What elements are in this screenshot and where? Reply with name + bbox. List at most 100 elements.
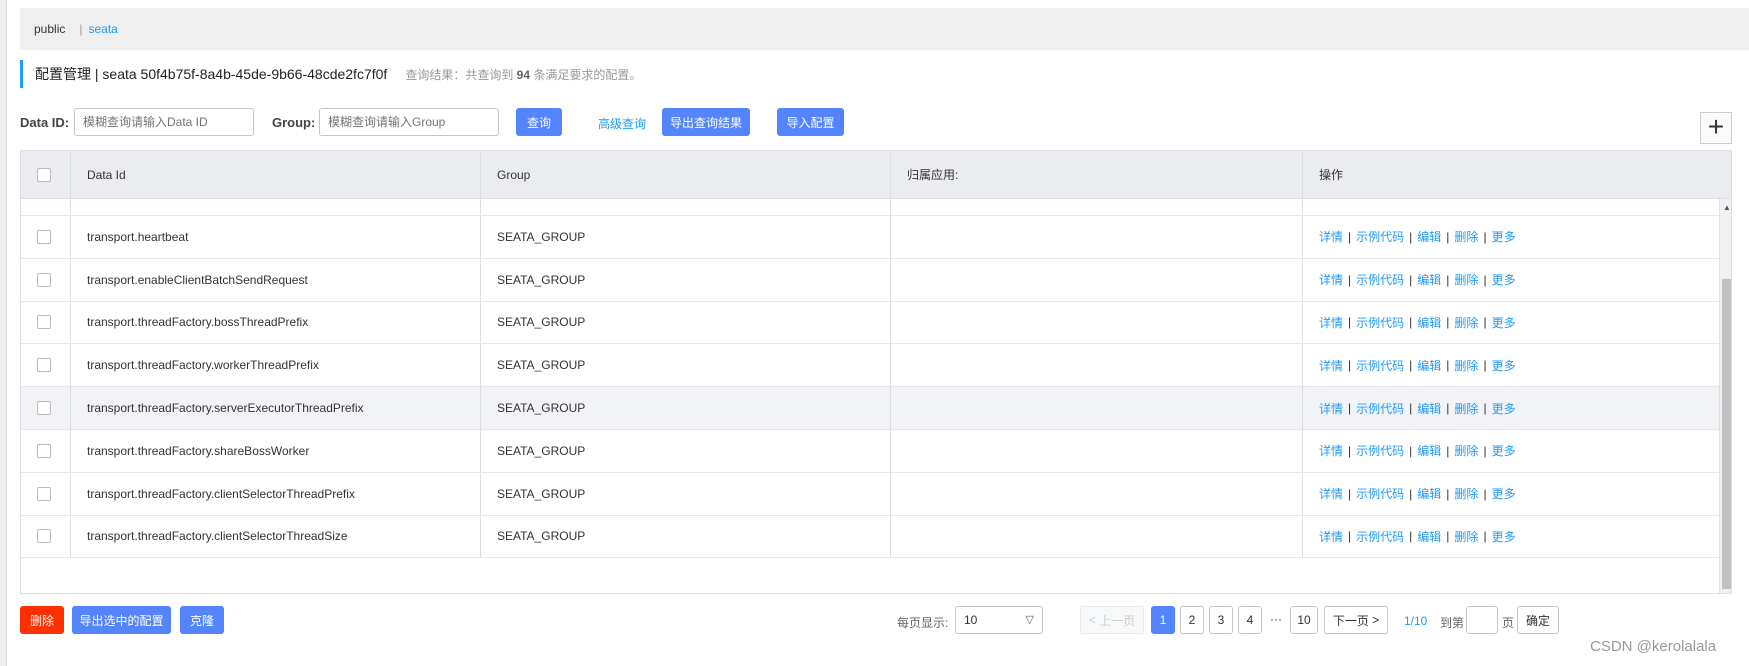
scroll-thumb[interactable] <box>1722 279 1731 589</box>
delete-link[interactable]: 删除 <box>1454 271 1478 288</box>
table-row[interactable]: transport.threadFactory.clientSelectorTh… <box>21 472 1719 516</box>
row-data-id: transport.threadFactory.shareBossWorker <box>71 430 481 472</box>
edit-link[interactable]: 编辑 <box>1417 228 1441 245</box>
edit-link[interactable]: 编辑 <box>1417 314 1441 331</box>
row-checkbox[interactable] <box>37 315 51 330</box>
page-size-select[interactable]: 10 ▽ <box>955 606 1043 634</box>
table-scrollbar[interactable]: ▲ <box>1719 199 1731 593</box>
edit-link[interactable]: 编辑 <box>1417 528 1441 545</box>
edit-link[interactable]: 编辑 <box>1417 271 1441 288</box>
sample-code-link[interactable]: 示例代码 <box>1356 528 1404 545</box>
detail-link[interactable]: 详情 <box>1319 442 1343 459</box>
row-checkbox[interactable] <box>37 486 51 501</box>
delete-link[interactable]: 删除 <box>1454 228 1478 245</box>
sample-code-link[interactable]: 示例代码 <box>1356 271 1404 288</box>
edit-link[interactable]: 编辑 <box>1417 485 1441 502</box>
page-button-1[interactable]: 1 <box>1151 606 1175 634</box>
detail-link[interactable]: 详情 <box>1319 271 1343 288</box>
goto-page-input[interactable] <box>1466 606 1498 634</box>
row-checkbox-cell <box>21 472 71 515</box>
group-input[interactable] <box>319 108 499 136</box>
edit-link[interactable]: 编辑 <box>1417 442 1441 459</box>
export-query-button[interactable]: 导出查询结果 <box>662 108 750 136</box>
export-selected-button[interactable]: 导出选中的配置 <box>72 606 171 634</box>
add-config-button[interactable]: + <box>1700 112 1732 144</box>
more-link[interactable]: 更多 <box>1492 528 1516 545</box>
page-button-4[interactable]: 4 <box>1238 606 1262 634</box>
more-link[interactable]: 更多 <box>1492 485 1516 502</box>
scroll-up-icon[interactable]: ▲ <box>1723 203 1731 212</box>
delete-link[interactable]: 删除 <box>1454 400 1478 417</box>
edit-link[interactable]: 编辑 <box>1417 400 1441 417</box>
prev-page-button[interactable]: < 上一页 <box>1080 606 1144 634</box>
edit-link[interactable]: 编辑 <box>1417 357 1441 374</box>
row-app <box>891 301 1303 344</box>
hint-prefix: 查询结果：共查询到 <box>405 67 514 82</box>
delete-link[interactable]: 删除 <box>1454 442 1478 459</box>
namespace-seata[interactable]: seata <box>88 22 117 36</box>
partial-cell <box>891 199 1303 215</box>
more-link[interactable]: 更多 <box>1492 442 1516 459</box>
table-row[interactable]: transport.threadFactory.clientSelectorTh… <box>21 515 1719 559</box>
action-separator: | <box>1348 358 1352 373</box>
row-checkbox[interactable] <box>37 272 51 287</box>
action-separator: | <box>1446 486 1450 501</box>
action-separator: | <box>1348 401 1352 416</box>
row-data-id: transport.threadFactory.bossThreadPrefix <box>71 301 481 344</box>
action-separator: | <box>1446 315 1450 330</box>
detail-link[interactable]: 详情 <box>1319 357 1343 374</box>
row-app <box>891 216 1303 258</box>
delete-link[interactable]: 删除 <box>1454 485 1478 502</box>
query-button[interactable]: 查询 <box>516 108 562 136</box>
sample-code-link[interactable]: 示例代码 <box>1356 400 1404 417</box>
action-separator: | <box>1483 315 1487 330</box>
row-app <box>891 387 1303 429</box>
page-button-3[interactable]: 3 <box>1209 606 1233 634</box>
page-button-10[interactable]: 10 <box>1290 606 1318 634</box>
sample-code-link[interactable]: 示例代码 <box>1356 228 1404 245</box>
sample-code-link[interactable]: 示例代码 <box>1356 357 1404 374</box>
table-row[interactable]: transport.threadFactory.bossThreadPrefix… <box>21 301 1719 345</box>
delete-link[interactable]: 删除 <box>1454 357 1478 374</box>
detail-link[interactable]: 详情 <box>1319 485 1343 502</box>
goto-confirm-button[interactable]: 确定 <box>1517 606 1559 634</box>
more-link[interactable]: 更多 <box>1492 357 1516 374</box>
more-link[interactable]: 更多 <box>1492 400 1516 417</box>
row-checkbox[interactable] <box>37 358 51 373</box>
row-checkbox[interactable] <box>37 443 51 458</box>
table-row[interactable]: transport.threadFactory.workerThreadPref… <box>21 344 1719 388</box>
page-button-2[interactable]: 2 <box>1180 606 1204 634</box>
detail-link[interactable]: 详情 <box>1319 528 1343 545</box>
more-link[interactable]: 更多 <box>1492 228 1516 245</box>
table-row[interactable]: transport.heartbeat SEATA_GROUP 详情 | 示例代码 | 编辑… <box>21 216 1719 259</box>
namespace-public[interactable]: public <box>34 22 65 36</box>
action-separator: | <box>1348 443 1352 458</box>
action-separator: | <box>1446 401 1450 416</box>
select-all-checkbox[interactable] <box>37 167 51 182</box>
next-page-button[interactable]: 下一页 > <box>1324 606 1388 634</box>
more-link[interactable]: 更多 <box>1492 314 1516 331</box>
sample-code-link[interactable]: 示例代码 <box>1356 485 1404 502</box>
detail-link[interactable]: 详情 <box>1319 400 1343 417</box>
more-link[interactable]: 更多 <box>1492 271 1516 288</box>
row-checkbox[interactable] <box>37 229 51 244</box>
detail-link[interactable]: 详情 <box>1319 228 1343 245</box>
header-app: 归属应用: <box>891 151 1303 198</box>
delete-selected-button[interactable]: 删除 <box>20 606 64 634</box>
table-row[interactable]: transport.enableClientBatchSendRequest SE… <box>21 258 1719 302</box>
row-checkbox[interactable] <box>37 401 51 416</box>
delete-link[interactable]: 删除 <box>1454 314 1478 331</box>
advanced-query-link[interactable]: 高级查询 <box>598 115 646 132</box>
table-header: Data Id Group 归属应用: 操作 <box>21 151 1731 199</box>
sample-code-link[interactable]: 示例代码 <box>1356 314 1404 331</box>
row-checkbox[interactable] <box>37 529 51 544</box>
delete-link[interactable]: 删除 <box>1454 528 1478 545</box>
action-separator: | <box>1446 229 1450 244</box>
sample-code-link[interactable]: 示例代码 <box>1356 442 1404 459</box>
data-id-input[interactable] <box>74 108 254 136</box>
detail-link[interactable]: 详情 <box>1319 314 1343 331</box>
table-row[interactable]: transport.threadFactory.shareBossWorker S… <box>21 430 1719 473</box>
table-row[interactable]: transport.threadFactory.serverExecutorTh… <box>21 387 1719 430</box>
import-config-button[interactable]: 导入配置 <box>777 108 844 136</box>
clone-button[interactable]: 克隆 <box>180 606 224 634</box>
